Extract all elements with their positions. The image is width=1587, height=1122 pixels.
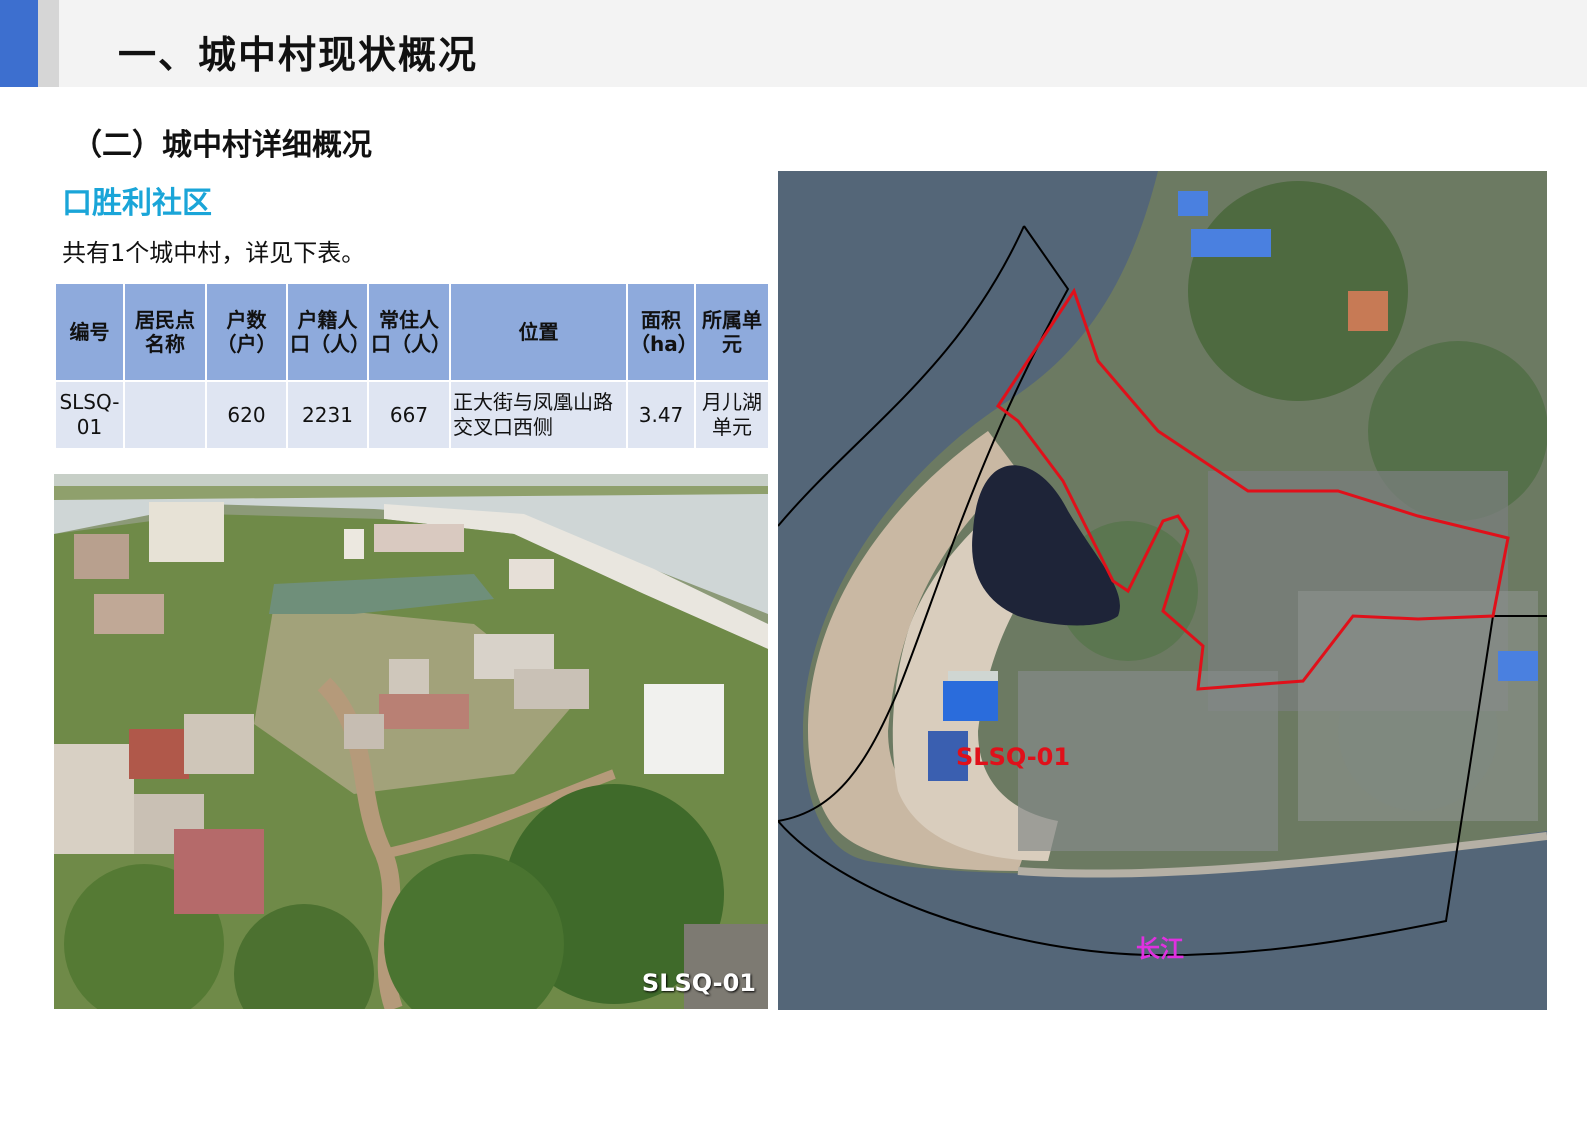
header-unit: 所属单元 [694,282,770,382]
map-code-label: SLSQ-01 [956,743,1071,771]
header-band: 一、城中村现状概况 [0,0,1587,87]
header-name: 居民点名称 [123,282,207,382]
header-registered-population: 户籍人口（人） [286,282,370,382]
intro-text: 共有1个城中村，详见下表。 [62,239,366,267]
header-households: 户数（户） [205,282,288,382]
header-accent-bar [0,0,38,87]
header-resident-population: 常住人口（人） [367,282,451,382]
cell-location: 正大街与凤凰山路交叉口西侧 [449,380,628,450]
cell-unit: 月儿湖单元 [694,380,770,450]
map-river-label: 长江 [1136,935,1184,963]
cell-households: 620 [205,380,288,450]
village-info-table: 编号 居民点名称 户数（户） 户籍人口（人） 常住人口（人） 位置 面积（ha）… [54,282,770,450]
satellite-map-illustration [778,171,1547,1010]
cell-name [123,380,207,450]
header-area: 面积（ha） [626,282,698,382]
page-title: 一、城中村现状概况 [118,33,479,77]
header-location: 位置 [449,282,628,382]
cell-area: 3.47 [626,380,696,450]
table-row: SLSQ-01 620 2231 667 正大街与凤凰山路交叉口西侧 3.47 … [54,380,770,450]
aerial-photo-illustration [54,474,768,1009]
cell-resident-population: 667 [367,380,451,450]
table-header-row: 编号 居民点名称 户数（户） 户籍人口（人） 常住人口（人） 位置 面积（ha）… [54,282,770,382]
section-title: （二）城中村详细概况 [72,128,372,163]
cell-registered-population: 2231 [286,380,369,450]
header-accent-separator [38,0,59,87]
satellite-map: SLSQ-01 长江 [778,171,1547,1010]
community-title: 口胜利社区 [62,186,212,221]
cell-code: SLSQ-01 [54,380,125,450]
photo-code-label: SLSQ-01 [641,969,756,997]
aerial-photo: SLSQ-01 [54,474,768,1009]
header-code: 编号 [54,282,125,382]
